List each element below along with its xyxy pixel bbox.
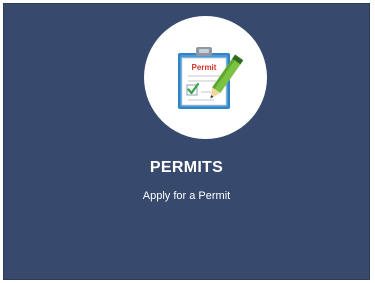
permit-label: Permit (192, 63, 217, 72)
permits-card[interactable]: Permit PERMITS Apply for a Permit (3, 3, 370, 280)
icon-circle: Permit (144, 16, 267, 139)
card-title: PERMITS (149, 159, 224, 176)
card-subtitle: Apply for a Permit (142, 190, 231, 202)
page-background: Permit PERMITS Apply for a Permit (0, 0, 375, 283)
permit-clipboard-pencil-icon: Permit (178, 47, 244, 109)
